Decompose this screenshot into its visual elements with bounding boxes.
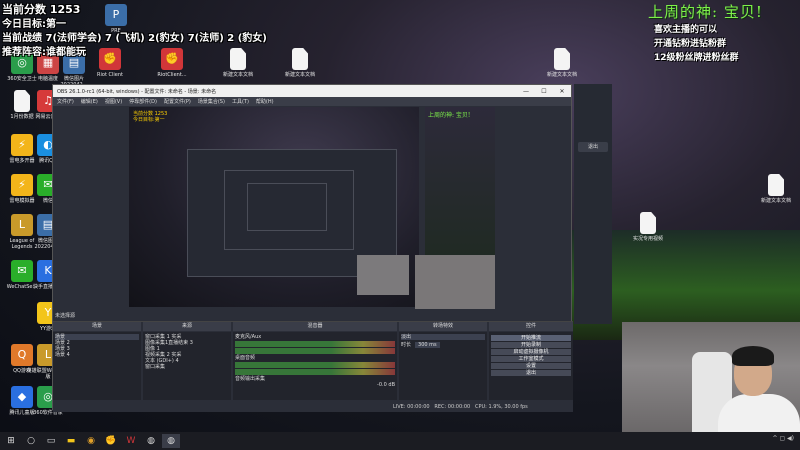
start-recording-button[interactable]: 开始录制 bbox=[491, 342, 571, 348]
virtual-camera-button[interactable]: 启动虚拟摄像机 bbox=[491, 349, 571, 355]
windows-start-icon[interactable]: ⊞ bbox=[2, 434, 20, 448]
mixer-dock-header: 混音器 bbox=[233, 322, 397, 331]
minimize-icon[interactable]: — bbox=[517, 88, 535, 95]
obs-menubar: 文件(F) 编辑(E) 视图(V) 停靠部件(D) 配置文件(P) 场景集合(S… bbox=[53, 97, 571, 106]
desktop: ◎360安全卫士 ▦电脑温度 ▤微信图片 2022042... ✊Riot Cl… bbox=[0, 0, 800, 450]
weekly-god-title: 上周的神: 宝贝! bbox=[648, 3, 763, 21]
obs-icon[interactable]: ◍ bbox=[142, 434, 160, 448]
fan-info-line-3: 12级粉丝牌进粉丝群 bbox=[654, 53, 739, 63]
goal-text: 今日目标:第一 bbox=[2, 19, 66, 30]
desktop-icon-text-doc-3[interactable]: 新建文本文档 bbox=[540, 48, 584, 78]
search-icon[interactable]: ○ bbox=[22, 434, 40, 448]
menu-profile[interactable]: 配置文件(P) bbox=[164, 98, 191, 105]
settings-button[interactable]: 设置 bbox=[491, 363, 571, 369]
desktop-icon-live-video[interactable]: 实况专用视频 bbox=[626, 212, 670, 242]
obs-preview[interactable]: 当前分数 1253 今日目标:第一 bbox=[129, 107, 419, 307]
transitions-dock-header: 转场特效 bbox=[399, 322, 487, 331]
obs-status-bar: LIVE: 00:00:00 REC: 00:00:00 CPU: 1.9%, … bbox=[53, 402, 573, 412]
document-icon bbox=[554, 48, 570, 70]
menu-file[interactable]: 文件(F) bbox=[57, 98, 74, 105]
file-explorer-icon[interactable]: ▬ bbox=[62, 434, 80, 448]
document-icon bbox=[768, 174, 784, 196]
streamer-hair bbox=[732, 346, 774, 366]
riot-icon[interactable]: ✊ bbox=[102, 434, 120, 448]
audio-mixer: 麦克风/Aux 桌面音频 音频输出采集 -0.0 dB bbox=[233, 332, 397, 400]
cpu-fps: CPU: 1.9%, 30.00 fps bbox=[475, 404, 528, 410]
live-timer: LIVE: 00:00:00 bbox=[393, 404, 430, 410]
menu-tools[interactable]: 工具(T) bbox=[232, 98, 249, 105]
sources-list: 窗口采集 1 实采 图像采集1直播结束 3 图像 1 视频采集 2 实采 文本 … bbox=[143, 332, 231, 400]
sources-dock-header: 来源 bbox=[143, 322, 231, 331]
start-streaming-button[interactable]: 开始推流 bbox=[491, 335, 571, 341]
close-icon[interactable]: ✕ bbox=[553, 88, 571, 95]
duration-row: 时长 300 ms bbox=[401, 342, 485, 348]
volume-meter bbox=[235, 369, 395, 375]
pre-icon: P bbox=[105, 4, 127, 26]
menu-help[interactable]: 帮助(H) bbox=[256, 98, 274, 105]
desktop-icon-text-doc-1[interactable]: 新建文本文档 bbox=[216, 48, 260, 78]
menu-scene-collection[interactable]: 场景集合(S) bbox=[198, 98, 225, 105]
scenes-dock-header: 场景 bbox=[53, 322, 141, 331]
side-exit-button[interactable]: 退出 bbox=[578, 142, 608, 152]
desktop-icon-riot-client-2[interactable]: ✊ RiotClient... bbox=[150, 48, 194, 78]
transition-select[interactable]: 淡出 bbox=[401, 334, 485, 340]
riot-icon: ✊ bbox=[161, 48, 183, 70]
duration-label: 时长 bbox=[401, 342, 412, 348]
volume-meter bbox=[235, 341, 395, 347]
system-tray[interactable]: ^ ▢ ◀) bbox=[773, 435, 794, 442]
mixer-db-readout: -0.0 dB bbox=[377, 382, 395, 388]
volume-meter bbox=[235, 362, 395, 368]
desktop-icon-riot-client[interactable]: ✊ Riot Client bbox=[88, 48, 132, 78]
document-icon bbox=[640, 212, 656, 234]
obs-docks: 未选择源 场景 场景 场景 2 场景 3 场景 4 来源 窗口采集 1 实采 图… bbox=[53, 313, 573, 412]
source-item[interactable]: 窗口采集 bbox=[145, 364, 229, 370]
fan-info-line-1: 喜欢主播的可以 bbox=[654, 25, 718, 35]
document-icon bbox=[230, 48, 246, 70]
streamer-body bbox=[718, 394, 800, 432]
side-app-panel: 退出 bbox=[574, 84, 612, 324]
exit-button[interactable]: 退出 bbox=[491, 370, 571, 376]
preview-overlay-text: 当前分数 1253 今日目标:第一 bbox=[133, 111, 168, 123]
mixer-track-label: 麦克风/Aux bbox=[235, 334, 262, 340]
riot-icon: ✊ bbox=[99, 48, 121, 70]
mixer-track-label: 桌面音频 bbox=[235, 355, 256, 361]
recommend-text: 推荐阵容:谁都能玩 bbox=[2, 47, 86, 58]
rec-timer: REC: 00:00:00 bbox=[434, 404, 471, 410]
volume-meter bbox=[235, 348, 395, 354]
menu-docks[interactable]: 停靠部件(D) bbox=[129, 98, 157, 105]
maximize-icon[interactable]: ☐ bbox=[535, 88, 553, 95]
obs-titlebar: OBS 26.1.0-rc1 (64-bit, windows) - 配置文件:… bbox=[53, 85, 571, 97]
scene-item[interactable]: 场景 4 bbox=[55, 352, 139, 358]
obs-window-title: OBS 26.1.0-rc1 (64-bit, windows) - 配置文件:… bbox=[57, 88, 217, 95]
preview-webcam-large bbox=[415, 255, 495, 309]
no-source-label: 未选择源 bbox=[55, 313, 76, 319]
chrome-icon[interactable]: ◉ bbox=[82, 434, 100, 448]
document-icon bbox=[292, 48, 308, 70]
transitions-panel: 淡出 时长 300 ms bbox=[399, 332, 487, 400]
wegame-icon[interactable]: W bbox=[122, 434, 140, 448]
menu-edit[interactable]: 编辑(E) bbox=[81, 98, 98, 105]
controls-dock-header: 控件 bbox=[489, 322, 573, 331]
scenes-list: 场景 场景 2 场景 3 场景 4 bbox=[53, 332, 141, 400]
webcam-feed bbox=[622, 322, 800, 432]
desktop-icon-text-doc-4[interactable]: 新建文本文档 bbox=[754, 174, 798, 204]
controls-panel: 开始推流 开始录制 启动虚拟摄像机 工作室模式 设置 退出 bbox=[489, 332, 573, 400]
task-view-icon[interactable]: ▭ bbox=[42, 434, 60, 448]
obs-2-icon[interactable]: ◍ bbox=[162, 434, 180, 448]
menu-view[interactable]: 视图(V) bbox=[105, 98, 122, 105]
preview-webcam bbox=[357, 255, 409, 295]
nested-obs-capture-3 bbox=[247, 183, 327, 231]
record-text: 当前战绩 7(法师学会) 7 (飞机) 2(豹女) 7(法师) 2 (豹女) bbox=[2, 33, 267, 44]
fan-info-line-2: 开通钻粉进钻粉群 bbox=[654, 39, 727, 49]
obs-window: OBS 26.1.0-rc1 (64-bit, windows) - 配置文件:… bbox=[52, 84, 573, 412]
desktop-icon-text-doc-2[interactable]: 新建文本文档 bbox=[278, 48, 322, 78]
duration-input[interactable]: 300 ms bbox=[415, 342, 440, 348]
taskbar: ⊞ ○ ▭ ▬ ◉ ✊ W ◍ ◍ ^ ▢ ◀) bbox=[0, 432, 800, 450]
nested-obs-capture-2 bbox=[224, 170, 354, 250]
studio-mode-button[interactable]: 工作室模式 bbox=[491, 356, 571, 362]
